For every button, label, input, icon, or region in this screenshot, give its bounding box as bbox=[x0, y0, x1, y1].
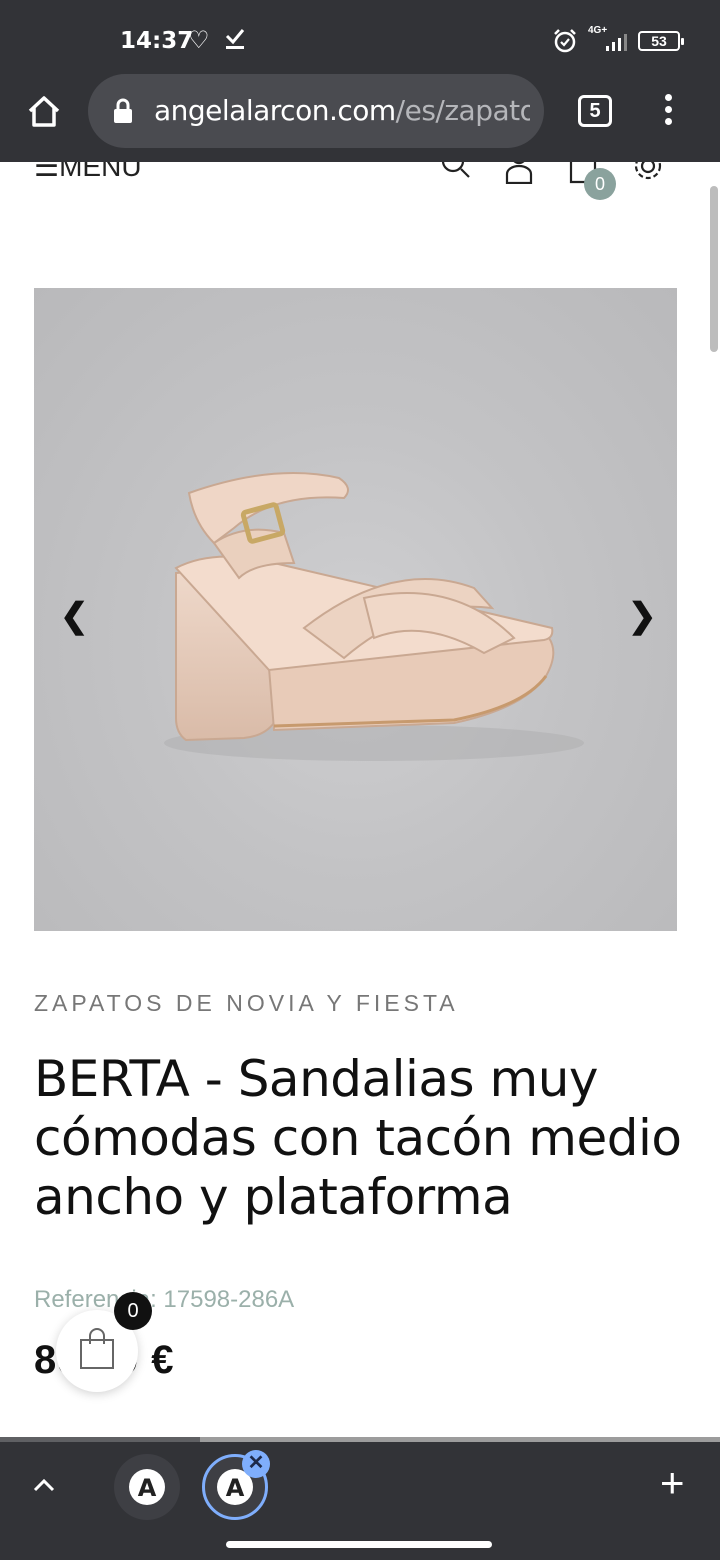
gesture-handle[interactable] bbox=[226, 1541, 492, 1548]
status-bar: 14:37 ♡ 4G+ 53 bbox=[0, 0, 720, 82]
product-title: BERTA - Sandalias muy cómodas con tacón … bbox=[34, 1050, 682, 1226]
tab-thumbnail-1[interactable]: A bbox=[114, 1454, 180, 1520]
heart-icon: ♡ bbox=[188, 27, 210, 54]
page-scrollbar[interactable] bbox=[710, 186, 718, 352]
lock-icon[interactable] bbox=[112, 98, 134, 129]
url-path: /es/zapatos bbox=[395, 94, 530, 127]
browser-toolbar: angelalarcon.com/es/zapatos 5 bbox=[0, 74, 720, 162]
product-reference: Referencia: 17598-286A bbox=[34, 1286, 295, 1313]
cart-count-badge: 0 bbox=[584, 168, 616, 200]
carousel-prev-button[interactable]: ❮ bbox=[60, 596, 89, 636]
alarm-icon bbox=[552, 28, 578, 59]
svg-text:A: A bbox=[138, 1474, 157, 1502]
svg-text:A: A bbox=[226, 1474, 245, 1502]
chevron-up-icon[interactable] bbox=[30, 1472, 58, 1505]
status-time: 14:37 bbox=[120, 28, 194, 54]
signal-icon bbox=[604, 32, 630, 57]
bottom-tab-bar: A A ✕ + bbox=[0, 1442, 720, 1560]
carousel-next-button[interactable]: ❯ bbox=[628, 596, 657, 636]
url-domain: angelalarcon.com bbox=[154, 94, 396, 127]
tab-switcher-button[interactable]: 5 bbox=[578, 95, 612, 127]
close-tab-icon[interactable]: ✕ bbox=[242, 1450, 270, 1478]
new-tab-button[interactable]: + bbox=[660, 1462, 685, 1504]
more-options-icon[interactable] bbox=[660, 94, 676, 130]
floating-cart-count: 0 bbox=[114, 1292, 152, 1330]
battery-level: 53 bbox=[638, 31, 684, 51]
product-image-carousel[interactable]: ❮ ❯ bbox=[34, 288, 677, 931]
gear-icon[interactable] bbox=[630, 162, 666, 189]
shopping-bag-icon bbox=[80, 1328, 114, 1369]
address-bar[interactable]: angelalarcon.com/es/zapatos bbox=[88, 74, 544, 148]
site-menu-button[interactable]: ☰MENU bbox=[34, 162, 142, 183]
product-photo-sandal bbox=[164, 472, 584, 761]
user-icon[interactable] bbox=[504, 162, 534, 189]
search-icon[interactable] bbox=[440, 162, 472, 185]
url-text[interactable]: angelalarcon.com/es/zapatos bbox=[154, 94, 530, 127]
product-category[interactable]: ZAPATOS DE NOVIA Y FIESTA bbox=[34, 990, 459, 1017]
home-icon[interactable] bbox=[24, 92, 64, 132]
site-favicon-icon: A bbox=[129, 1469, 165, 1505]
download-done-icon bbox=[224, 26, 246, 55]
